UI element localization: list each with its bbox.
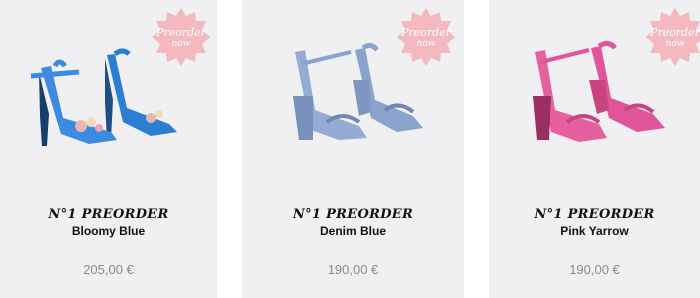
- preorder-badge: Preorder now: [397, 8, 455, 66]
- product-card-denim-blue[interactable]: Preorder now N°1 PREORDER Denim Blue 190…: [242, 0, 464, 298]
- preorder-badge: Preorder now: [152, 8, 210, 66]
- product-card-bloomy-blue[interactable]: Preorder now N°1 PREORDER Bloomy Blue 20…: [0, 0, 217, 298]
- product-name[interactable]: Bloomy Blue: [0, 224, 217, 238]
- badge-text-now: now: [416, 39, 436, 49]
- product-name[interactable]: Denim Blue: [242, 224, 464, 238]
- product-collection: N°1 PREORDER: [292, 207, 414, 222]
- preorder-badge: Preorder now: [646, 8, 700, 66]
- product-price: 205,00 €: [83, 262, 134, 277]
- product-card-pink-yarrow[interactable]: Preorder now N°1 PREORDER Pink Yarrow 19…: [489, 0, 700, 298]
- product-collection: N°1 PREORDER: [534, 207, 655, 222]
- product-collection: N°1 PREORDER: [48, 207, 169, 222]
- product-price: 190,00 €: [327, 262, 379, 277]
- product-price: 190,00 €: [569, 262, 620, 277]
- product-name[interactable]: Pink Yarrow: [489, 224, 700, 238]
- product-grid: Preorder now N°1 PREORDER Bloomy Blue 20…: [0, 0, 700, 298]
- badge-text-now: now: [171, 39, 191, 49]
- badge-text-now: now: [665, 39, 685, 49]
- badge-text-preorder: Preorder: [650, 26, 700, 39]
- badge-text-preorder: Preorder: [401, 26, 451, 39]
- badge-text-preorder: Preorder: [156, 26, 206, 39]
